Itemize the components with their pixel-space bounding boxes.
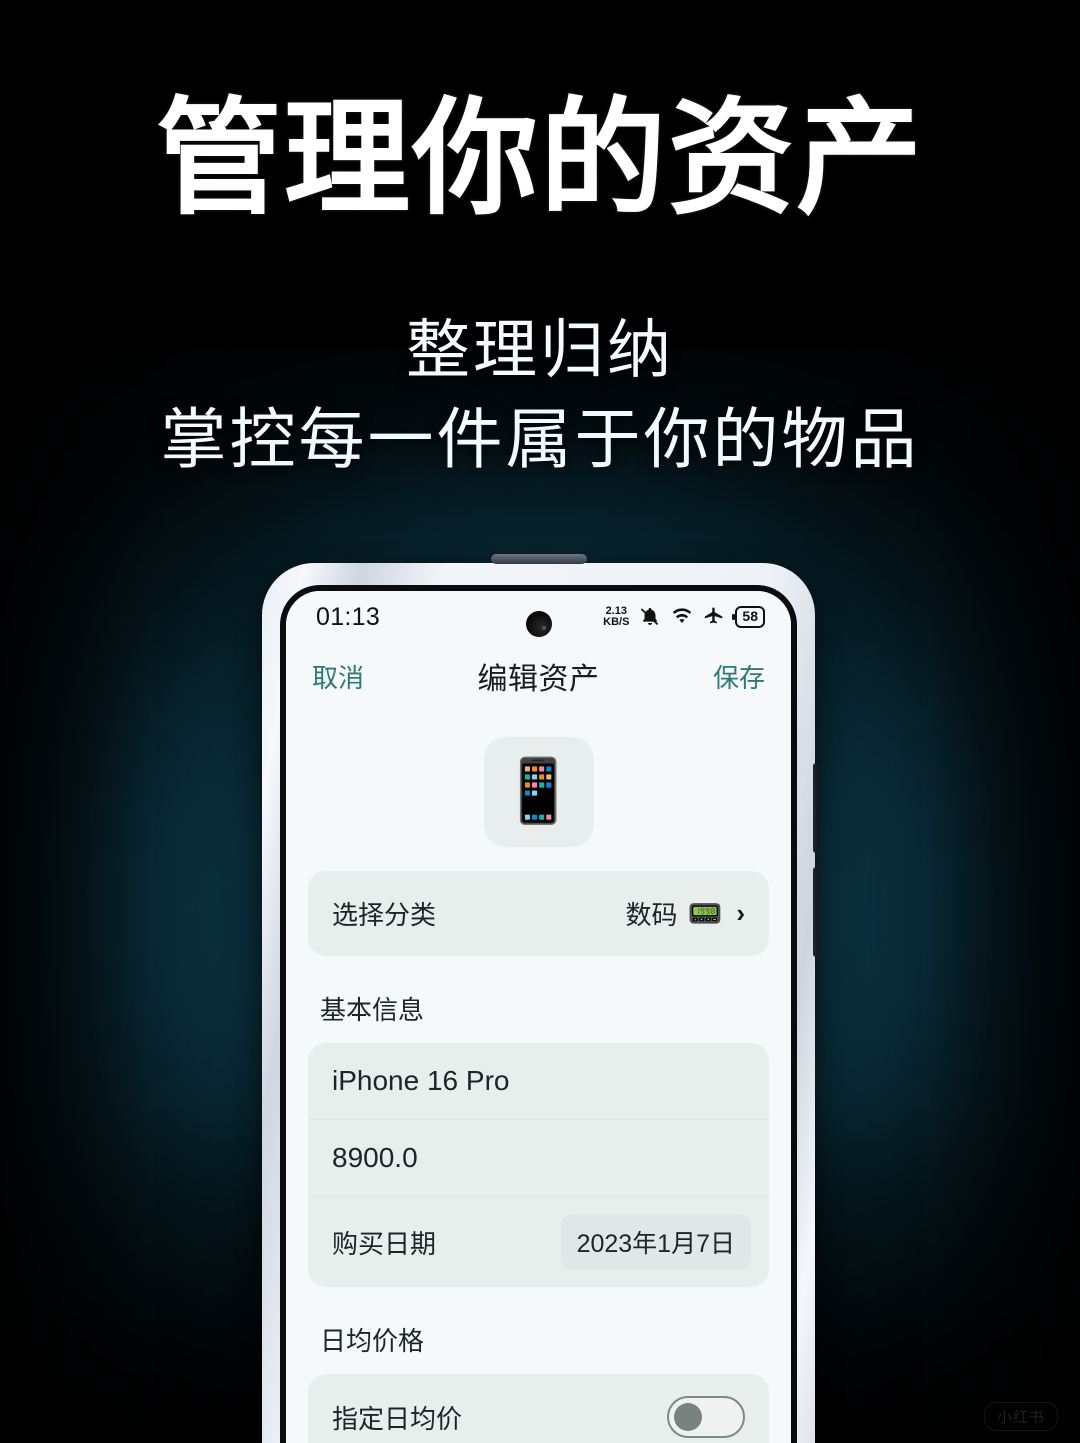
wifi-icon [671, 606, 693, 628]
edit-asset-form: 📱 选择分类 数码 📟 › 基本信息 iPhone 16 Pro 8900.0 … [286, 709, 791, 1443]
daily-price-toggle[interactable] [667, 1396, 745, 1438]
daily-price-toggle-row[interactable]: 指定日均价 [308, 1374, 769, 1443]
daily-price-toggle-label: 指定日均价 [332, 1403, 463, 1434]
category-value-group: 数码 📟 › [625, 895, 745, 932]
asset-icon-area: 📱 [308, 709, 769, 871]
asset-price-input[interactable]: 8900.0 [308, 1120, 769, 1197]
asset-name-input[interactable]: iPhone 16 Pro [308, 1043, 769, 1120]
poster-headline-block: 管理你的资产 [0, 96, 1080, 222]
pager-icon: 📟 [687, 897, 723, 929]
poster-subtitle-line-1: 整理归纳 [406, 314, 674, 386]
poster-headline: 管理你的资产 [156, 85, 924, 232]
toggle-knob [674, 1403, 702, 1431]
purchase-date-label: 购买日期 [332, 1228, 437, 1259]
phone-mockup: 01:13 2.13 KB/S 58 取消 编辑资产 保存 📱 选择分类 数码 … [262, 554, 819, 1443]
save-button[interactable]: 保存 [713, 658, 765, 695]
daily-price-section-title: 日均价格 [320, 1326, 425, 1356]
poster-subtitle-line-2: 掌控每一件属于你的物品 [160, 402, 920, 477]
network-speed-unit: KB/S [603, 616, 630, 628]
earpiece-speaker [490, 554, 587, 564]
page-title: 编辑资产 [477, 663, 600, 696]
front-camera-punch-hole [525, 611, 552, 637]
volume-button[interactable] [813, 763, 819, 853]
battery-indicator: 58 [735, 606, 765, 628]
basic-info-card: iPhone 16 Pro 8900.0 购买日期 2023年1月7日 [308, 1043, 769, 1287]
airplane-mode-icon [703, 606, 725, 628]
chevron-right-icon: › [736, 898, 745, 928]
phone-screen: 01:13 2.13 KB/S 58 取消 编辑资产 保存 📱 选择分类 数码 … [286, 591, 791, 1443]
phone-bezel: 01:13 2.13 KB/S 58 取消 编辑资产 保存 📱 选择分类 数码 … [280, 585, 797, 1443]
network-speed-indicator: 2.13 KB/S [603, 605, 630, 628]
navigation-bar: 取消 编辑资产 保存 [286, 643, 791, 709]
cancel-button[interactable]: 取消 [312, 658, 364, 695]
status-bar: 01:13 2.13 KB/S 58 [286, 591, 791, 643]
status-bar-icons: 2.13 KB/S 58 [603, 605, 765, 628]
purchase-date-value[interactable]: 2023年1月7日 [560, 1215, 751, 1269]
asset-icon-button[interactable]: 📱 [483, 737, 594, 847]
poster-subtitle-block: 整理归纳 掌控每一件属于你的物品 [0, 306, 1080, 485]
purchase-date-row[interactable]: 购买日期 2023年1月7日 [308, 1197, 769, 1287]
category-value: 数码 [625, 900, 678, 930]
status-bar-clock: 01:13 [316, 602, 381, 631]
category-row[interactable]: 选择分类 数码 📟 › [308, 871, 769, 956]
category-card: 选择分类 数码 📟 › [308, 871, 769, 956]
category-label: 选择分类 [332, 900, 437, 930]
power-button[interactable] [813, 867, 819, 957]
basic-info-section-title: 基本信息 [320, 995, 425, 1025]
bell-muted-icon [639, 606, 661, 628]
watermark-badge: 小红书 [983, 1402, 1058, 1431]
daily-price-card: 指定日均价 [308, 1374, 769, 1443]
